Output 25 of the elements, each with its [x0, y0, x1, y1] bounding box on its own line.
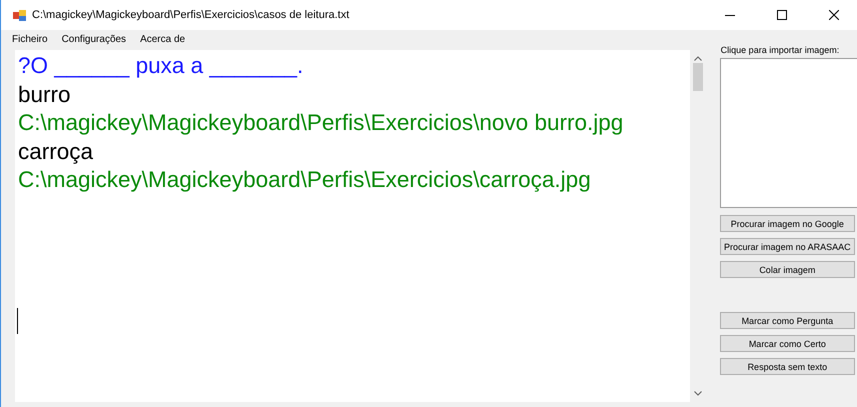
action-button[interactable]: Procurar imagem no Google: [720, 215, 855, 232]
image-drop-area[interactable]: [720, 58, 857, 208]
action-button[interactable]: Marcar como Certo: [720, 335, 855, 352]
action-button[interactable]: Procurar imagem no ARASAAC: [720, 238, 855, 255]
app-icon: [13, 10, 26, 20]
image-label: Clique para importar imagem:: [720, 45, 840, 57]
action-button[interactable]: Colar imagem: [720, 261, 855, 278]
text-line: carroça: [18, 138, 94, 166]
scroll-down-icon[interactable]: [694, 391, 702, 396]
menu-item[interactable]: Ficheiro: [5, 34, 55, 45]
maximize-icon: [777, 10, 787, 20]
text-line: C:\magickey\Magickeyboard\Perfis\Exercicios\carroça.jpg: [18, 166, 592, 194]
action-button[interactable]: Resposta sem texto: [720, 358, 855, 375]
action-button[interactable]: Marcar como Pergunta: [720, 312, 855, 329]
text-line: C:\magickey\Magickeyboard\Perfis\Exercicios\novo burro.jpg: [18, 109, 624, 137]
text-cursor: [17, 308, 18, 334]
text-line: ?O ______ puxa a _______.: [18, 52, 304, 80]
scrollbar-thumb[interactable]: [692, 63, 703, 91]
text-line: burro: [18, 80, 72, 108]
close-icon: [829, 10, 839, 20]
menu-item[interactable]: Acerca de: [133, 34, 192, 45]
window-title: C:\magickey\Magickeyboard\Perfis\Exercicios\casos de leitura.txt: [32, 9, 350, 21]
menu-item[interactable]: Configurações: [54, 34, 134, 45]
scroll-up-icon[interactable]: [694, 56, 702, 61]
minimize-icon: [725, 14, 735, 16]
